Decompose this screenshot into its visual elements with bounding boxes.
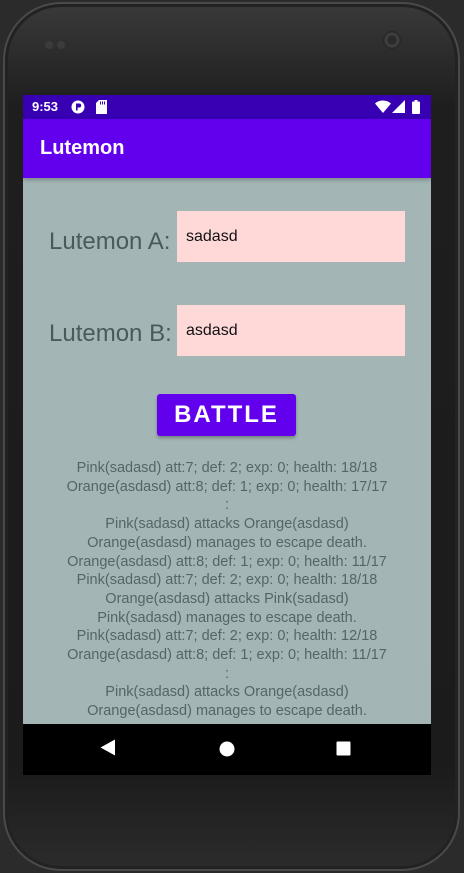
battle-log-line: Orange(asdasd) manages to escape death. <box>87 703 367 720</box>
battle-log-line: Pink(sadasd) att:7; def: 2; exp: 0; heal… <box>76 572 378 589</box>
camera-icon <box>383 31 401 49</box>
back-icon[interactable] <box>100 739 116 756</box>
battle-log-line: Pink(sadasd) att:7; def: 2; exp: 0; heal… <box>76 460 378 476</box>
signal-icon <box>392 100 405 113</box>
lutemon-a-input[interactable] <box>177 211 405 262</box>
battle-log-line: Orange(asdasd) att:8; def: 1; exp: 0; he… <box>67 647 387 664</box>
accessibility-icon <box>71 100 85 114</box>
recents-icon[interactable] <box>336 741 351 756</box>
app-screen: 9:53 Lutemon Lutemon A: Lutemon B: BATTL… <box>23 95 431 775</box>
sd-card-icon <box>96 100 107 114</box>
battle-log-line: : <box>224 497 230 514</box>
status-bar: 9:53 <box>23 95 431 119</box>
battle-log: Pink(sadasd) att:7; def: 2; exp: 0; heal… <box>23 459 431 721</box>
app-title: Lutemon <box>40 137 125 159</box>
battle-log-line: Orange(asdasd) manages to escape death. <box>87 534 367 551</box>
sensor-icon <box>45 34 75 49</box>
app-bar: Lutemon <box>23 119 431 178</box>
battle-log-line: Pink(sadasd) manages to escape death. <box>97 609 357 626</box>
battle-log-line: Orange(asdasd) att:8; def: 1; exp: 0; he… <box>66 478 388 495</box>
status-time: 9:53 <box>32 99 59 114</box>
battle-log-line: Orange(asdasd) attacks Pink(sadasd) <box>105 590 349 607</box>
battle-log-line: Orange(asdasd) att:8; def: 1; exp: 0; he… <box>67 553 387 570</box>
lutemon-b-label: Lutemon B: <box>49 320 172 347</box>
wifi-icon <box>375 100 391 113</box>
lutemon-a-label: Lutemon A: <box>49 228 171 255</box>
battery-icon <box>412 100 420 114</box>
navigation-bar <box>23 724 431 775</box>
battle-log-line: : <box>224 665 230 682</box>
lutemon-b-input[interactable] <box>177 305 405 356</box>
battle-log-line: Pink(sadasd) att:7; def: 2; exp: 0; heal… <box>76 628 378 645</box>
battle-button[interactable]: BATTLE <box>157 394 296 436</box>
battle-log-line: Pink(sadasd) attacks Orange(asdasd) <box>105 684 349 701</box>
battle-log-line: Pink(sadasd) attacks Orange(asdasd) <box>105 516 349 533</box>
home-icon[interactable] <box>219 741 235 757</box>
